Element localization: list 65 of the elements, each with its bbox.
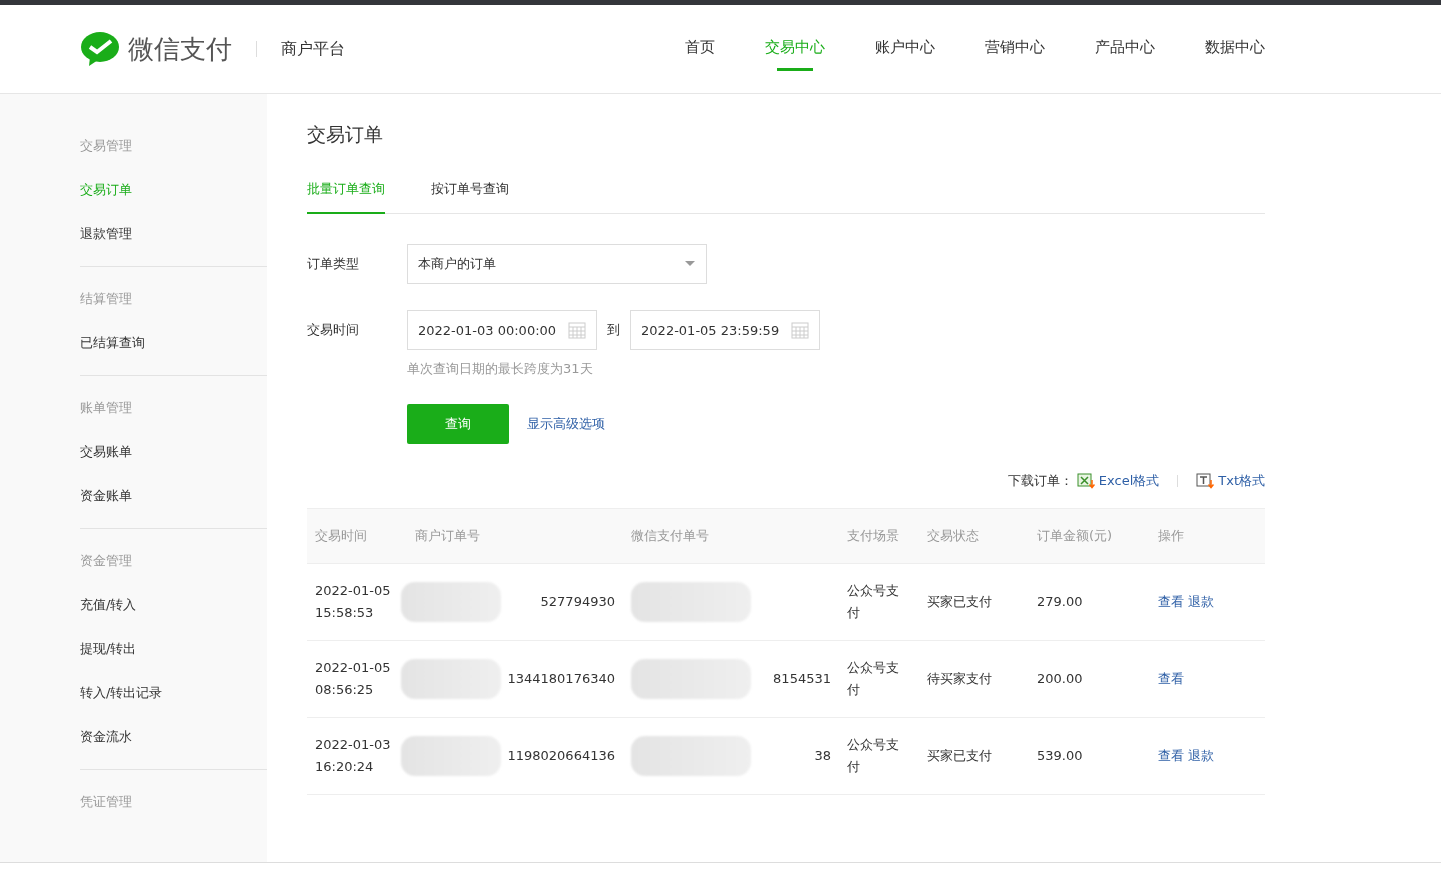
table-cell: 公众号支付 [839, 717, 919, 795]
sidebar-group-title: 交易管理 [80, 137, 133, 155]
spreadsheet-download-icon [1076, 473, 1095, 489]
column-header: 支付场景 [839, 508, 919, 564]
sidebar-item[interactable]: 已结算查询 [80, 321, 267, 365]
table-cell: 公众号支付 [839, 640, 919, 718]
table-cell: 1344180176340 [407, 640, 623, 718]
table-cell: 1198020664136 [407, 717, 623, 795]
sidebar-group-title: 凭证管理 [80, 793, 133, 811]
order-type-select[interactable]: 本商户的订单 [407, 244, 707, 284]
table-cell: 279.00 [1029, 563, 1150, 641]
nav-tab[interactable]: 数据中心 [1205, 27, 1265, 71]
caret-icon [684, 260, 696, 268]
table-cell: 公众号支付 [839, 563, 919, 641]
table-cell: 买家已支付 [919, 717, 1029, 795]
row-action-link[interactable]: 退款 [1188, 594, 1214, 609]
row-action-link[interactable]: 查看 [1158, 748, 1184, 763]
table-cell: 539.00 [1029, 717, 1150, 795]
table-cell: 待买家支付 [919, 640, 1029, 718]
sidebar-item[interactable]: 退款管理 [80, 212, 267, 256]
sidebar-item[interactable]: 资金流水 [80, 715, 267, 759]
field-label: 订单类型 [307, 255, 360, 273]
row-action-link[interactable]: 退款 [1188, 748, 1214, 763]
column-header: 微信支付单号 [623, 508, 839, 564]
table-cell: 买家已支付 [919, 563, 1029, 641]
table-cell: 38 [623, 717, 839, 795]
sidebar-group-title: 账单管理 [80, 399, 133, 417]
range-separator: 到 [607, 321, 621, 339]
sidebar-item[interactable]: 资金账单 [80, 474, 267, 518]
table-cell: 200.00 [1029, 640, 1150, 718]
nav-tab[interactable]: 产品中心 [1095, 27, 1155, 71]
calendar-icon [568, 321, 587, 339]
start-date-field[interactable]: 2022-01-03 00:00:00 [407, 310, 598, 350]
column-header: 交易状态 [919, 508, 1029, 564]
advanced-options-link[interactable]: 显示高级选项 [527, 415, 605, 433]
sidebar-item[interactable]: 提现/转出 [80, 627, 267, 671]
tab[interactable]: 按订单号查询 [431, 170, 509, 214]
nav-tab[interactable]: 营销中心 [985, 27, 1045, 71]
calendar-icon [791, 321, 810, 339]
column-header: 操作 [1150, 508, 1265, 564]
platform-name: 商户平台 [281, 38, 345, 60]
date-range-hint: 单次查询日期的最长跨度为31天 [407, 360, 594, 378]
nav-tab[interactable]: 账户中心 [875, 27, 935, 71]
download-label: 下载订单： [1007, 472, 1073, 490]
text-download-icon [1196, 473, 1215, 489]
sidebar-group-title: 结算管理 [80, 290, 133, 308]
field-label: 交易时间 [307, 321, 360, 339]
sidebar-item[interactable]: 充值/转入 [80, 583, 267, 627]
wechat-pay-logo-icon [80, 31, 120, 67]
sidebar-group-title: 资金管理 [80, 552, 133, 570]
table-cell: 8154531 [623, 640, 839, 718]
sidebar-item[interactable]: 转入/转出记录 [80, 671, 267, 715]
row-action-link[interactable]: 查看 [1158, 671, 1184, 686]
sidebar-item[interactable]: 交易账单 [80, 430, 267, 474]
nav-tab[interactable]: 首页 [685, 27, 715, 71]
column-header: 交易时间 [307, 508, 407, 564]
excel-format-link[interactable]: Excel格式 [1098, 472, 1160, 490]
txt-format-link[interactable]: Txt格式 [1218, 472, 1265, 490]
column-header: 订单金额(元) [1029, 508, 1150, 564]
table-cell: 527794930 [407, 563, 623, 641]
end-date-field[interactable]: 2022-01-05 23:59:59 [630, 310, 821, 350]
column-header: 商户订单号 [407, 508, 623, 564]
row-action-link[interactable]: 查看 [1158, 594, 1184, 609]
brand-name: 微信支付 [128, 32, 232, 66]
page-title: 交易订单 [307, 122, 384, 147]
